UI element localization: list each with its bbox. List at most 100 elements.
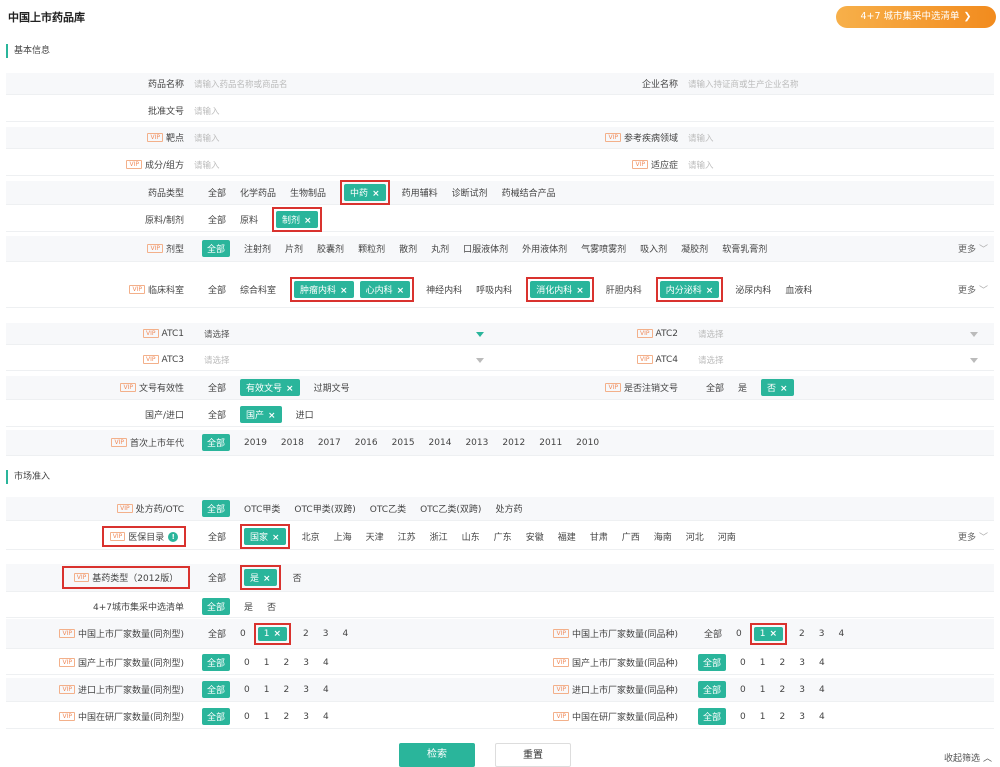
first-year-option[interactable]: 2012 xyxy=(502,438,525,448)
rx-otc-option[interactable]: OTC乙类(双跨) xyxy=(420,502,481,515)
dom-listed-variety-option[interactable]: 1 xyxy=(760,658,766,668)
close-icon[interactable]: × xyxy=(340,286,348,296)
procurement-option[interactable]: 是 xyxy=(244,600,253,613)
dom-listed-variety-all[interactable]: 全部 xyxy=(698,654,727,671)
dosage-form-more[interactable]: 更多 ﹀ xyxy=(958,236,988,261)
dom-listed-form-option[interactable]: 1 xyxy=(264,658,270,668)
dom-listed-variety-option[interactable]: 0 xyxy=(740,658,746,668)
insurance-region[interactable]: 浙江 xyxy=(430,530,448,543)
drug-type-option[interactable]: 生物制品 xyxy=(290,186,326,199)
insurance-region[interactable]: 天津 xyxy=(366,530,384,543)
insurance-region[interactable]: 广东 xyxy=(494,530,512,543)
close-icon[interactable]: × xyxy=(286,384,294,394)
insurance-region[interactable]: 安徽 xyxy=(526,530,544,543)
dosage-form-option[interactable]: 散剂 xyxy=(399,242,417,255)
clinical-dept-selected-tag[interactable]: 消化内科 × xyxy=(530,281,590,298)
dom-listed-form-option[interactable]: 3 xyxy=(303,658,309,668)
chevron-down-icon[interactable] xyxy=(970,357,978,363)
imp-listed-variety-option[interactable]: 0 xyxy=(740,685,746,695)
rx-otc-all[interactable]: 全部 xyxy=(202,500,231,517)
dom-listed-form-option[interactable]: 4 xyxy=(323,658,329,668)
first-year-option[interactable]: 2014 xyxy=(429,438,452,448)
rx-otc-option[interactable]: OTC甲类 xyxy=(244,502,280,515)
ingredient-input[interactable]: 请输入 xyxy=(194,154,220,175)
cn-dev-form-option[interactable]: 3 xyxy=(303,712,309,722)
domestic-import-all[interactable]: 全部 xyxy=(208,408,226,421)
insurance-region[interactable]: 江苏 xyxy=(398,530,416,543)
procurement-list-button[interactable]: 4+7 城市集采中选清单 ❯ xyxy=(836,6,996,28)
insurance-more[interactable]: 更多 ﹀ xyxy=(958,524,988,549)
dosage-form-all[interactable]: 全部 xyxy=(202,240,231,257)
cn-listed-form-all[interactable]: 全部 xyxy=(208,627,226,640)
cn-listed-variety-option[interactable]: 3 xyxy=(819,629,825,639)
dosage-form-option[interactable]: 软膏乳膏剂 xyxy=(722,242,767,255)
cn-dev-variety-option[interactable]: 3 xyxy=(799,712,805,722)
insurance-region[interactable]: 甘肃 xyxy=(590,530,608,543)
dom-listed-form-option[interactable]: 2 xyxy=(283,658,289,668)
insurance-all[interactable]: 全部 xyxy=(208,530,226,543)
cn-dev-form-option[interactable]: 2 xyxy=(283,712,289,722)
first-year-option[interactable]: 2010 xyxy=(576,438,599,448)
atc1-select[interactable]: 请选择 xyxy=(204,323,230,344)
dosage-form-option[interactable]: 丸剂 xyxy=(431,242,449,255)
first-year-option[interactable]: 2016 xyxy=(355,438,378,448)
cn-listed-variety-all[interactable]: 全部 xyxy=(704,627,722,640)
dosage-form-option[interactable]: 注射剂 xyxy=(244,242,271,255)
cancelled-doc-option[interactable]: 是 xyxy=(738,381,747,394)
drug-type-selected-tag[interactable]: 中药 × xyxy=(344,184,386,201)
doc-validity-option[interactable]: 过期文号 xyxy=(314,381,350,394)
clinical-dept-option[interactable]: 综合科室 xyxy=(240,283,276,296)
procurement-option[interactable]: 否 xyxy=(267,600,276,613)
raw-prep-all[interactable]: 全部 xyxy=(208,213,226,226)
first-year-option[interactable]: 2015 xyxy=(392,438,415,448)
clinical-dept-more[interactable]: 更多 ﹀ xyxy=(958,272,988,307)
close-icon[interactable]: × xyxy=(304,216,312,226)
drug-type-option[interactable]: 诊断试剂 xyxy=(452,186,488,199)
cn-dev-form-option[interactable]: 0 xyxy=(244,712,250,722)
insurance-region[interactable]: 山东 xyxy=(462,530,480,543)
insurance-region[interactable]: 上海 xyxy=(334,530,352,543)
first-year-option[interactable]: 2013 xyxy=(465,438,488,448)
clinical-dept-selected-tag[interactable]: 内分泌科 × xyxy=(659,281,720,298)
close-icon[interactable]: × xyxy=(268,411,276,421)
dosage-form-option[interactable]: 吸入剂 xyxy=(640,242,667,255)
close-icon[interactable]: × xyxy=(780,384,788,394)
dosage-form-option[interactable]: 凝胶剂 xyxy=(681,242,708,255)
drug-type-option[interactable]: 化学药品 xyxy=(240,186,276,199)
close-icon[interactable]: × xyxy=(273,629,281,639)
dosage-form-option[interactable]: 片剂 xyxy=(285,242,303,255)
drug-type-option[interactable]: 药用辅料 xyxy=(402,186,438,199)
close-icon[interactable]: × xyxy=(769,629,777,639)
imp-listed-form-all[interactable]: 全部 xyxy=(202,681,231,698)
atc2-select[interactable]: 请选择 xyxy=(698,323,724,344)
doc-validity-all[interactable]: 全部 xyxy=(208,381,226,394)
close-icon[interactable]: × xyxy=(706,286,714,296)
drug-type-option[interactable]: 药械结合产品 xyxy=(502,186,556,199)
clinical-dept-all[interactable]: 全部 xyxy=(208,283,226,296)
cn-dev-form-all[interactable]: 全部 xyxy=(202,708,231,725)
drug-type-all[interactable]: 全部 xyxy=(208,186,226,199)
essential-drug-option[interactable]: 否 xyxy=(293,571,302,584)
dosage-form-option[interactable]: 气雾喷雾剂 xyxy=(581,242,626,255)
clinical-dept-option[interactable]: 泌尿内科 xyxy=(735,283,771,296)
cn-listed-variety-option[interactable]: 4 xyxy=(839,629,845,639)
collapse-filter-button[interactable]: 收起筛选 ︿ xyxy=(944,751,992,764)
dom-listed-variety-option[interactable]: 3 xyxy=(799,658,805,668)
target-input[interactable]: 请输入 xyxy=(194,127,220,148)
info-icon[interactable]: ! xyxy=(168,531,179,542)
rx-otc-option[interactable]: OTC乙类 xyxy=(370,502,406,515)
reset-button[interactable]: 重置 xyxy=(495,743,571,767)
cn-dev-form-option[interactable]: 1 xyxy=(264,712,270,722)
imp-listed-form-option[interactable]: 1 xyxy=(264,685,270,695)
close-icon[interactable]: × xyxy=(372,189,380,199)
dom-listed-form-option[interactable]: 0 xyxy=(244,658,250,668)
close-icon[interactable]: × xyxy=(397,286,405,296)
insurance-region[interactable]: 北京 xyxy=(302,530,320,543)
raw-prep-option[interactable]: 原料 xyxy=(240,213,258,226)
close-icon[interactable]: × xyxy=(263,574,271,584)
cn-listed-form-option[interactable]: 3 xyxy=(323,629,329,639)
company-name-input[interactable]: 请输入持证商或生产企业名称 xyxy=(688,73,799,94)
cn-dev-variety-option[interactable]: 4 xyxy=(819,712,825,722)
cancelled-doc-all[interactable]: 全部 xyxy=(706,381,724,394)
cn-listed-form-option[interactable]: 2 xyxy=(303,629,309,639)
